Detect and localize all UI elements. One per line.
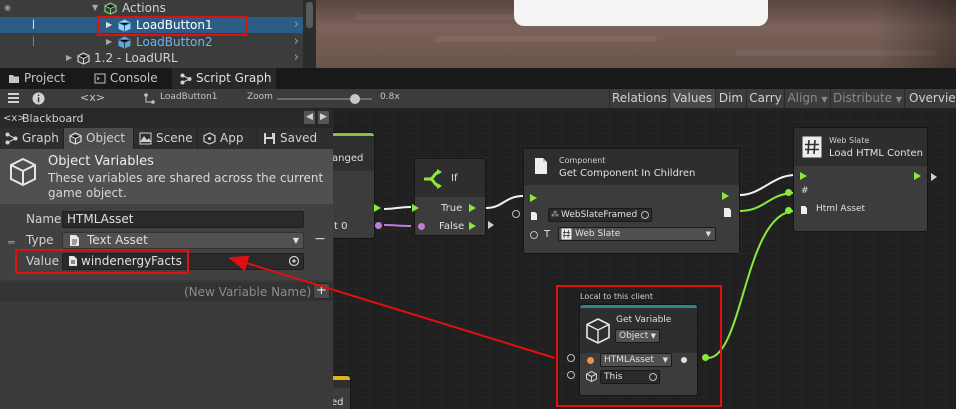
annotation-arrow [228,255,556,359]
annotation-overlay [228,255,556,359]
